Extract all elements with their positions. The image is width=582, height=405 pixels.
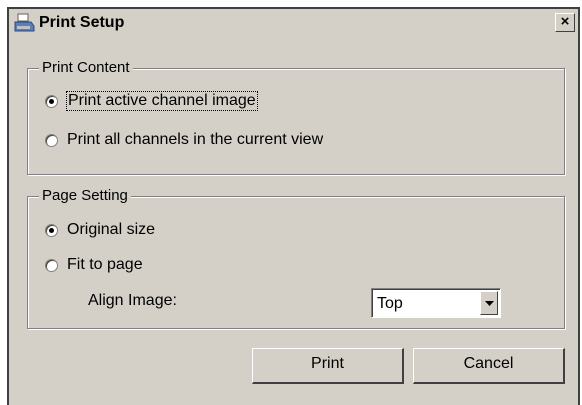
align-image-select[interactable]: Top — [371, 288, 501, 318]
radio-button[interactable] — [45, 133, 58, 147]
dropdown-button[interactable] — [480, 291, 498, 315]
radio-button[interactable] — [45, 223, 58, 237]
radio-original-size[interactable]: Original size — [45, 221, 155, 239]
radio-fit-to-page[interactable]: Fit to page — [45, 256, 143, 274]
align-image-label: Align Image: — [88, 292, 177, 309]
close-button[interactable]: × — [555, 13, 575, 32]
radio-label: Fit to page — [67, 256, 143, 273]
radio-label: Print all channels in the current view — [67, 131, 324, 148]
radio-label: Original size — [67, 221, 156, 238]
cancel-button[interactable]: Cancel — [413, 348, 565, 384]
title-bar[interactable]: Print Setup × — [7, 7, 580, 37]
radio-print-all-channels[interactable]: Print all channels in the current view — [45, 131, 323, 149]
radio-print-active-channel[interactable]: Print active channel image — [45, 91, 258, 111]
radio-button[interactable] — [45, 94, 58, 108]
radio-button[interactable] — [45, 258, 58, 272]
window-title: Print Setup — [39, 14, 125, 31]
chevron-down-icon — [485, 301, 494, 306]
printer-icon — [14, 13, 35, 32]
align-image-value: Top — [377, 295, 403, 312]
page-setting-legend: Page Setting — [39, 187, 131, 204]
print-content-legend: Print Content — [39, 59, 133, 76]
radio-label: Print active channel image — [66, 91, 258, 111]
print-button[interactable]: Print — [252, 348, 404, 384]
print-content-group: Print Content — [27, 59, 565, 175]
